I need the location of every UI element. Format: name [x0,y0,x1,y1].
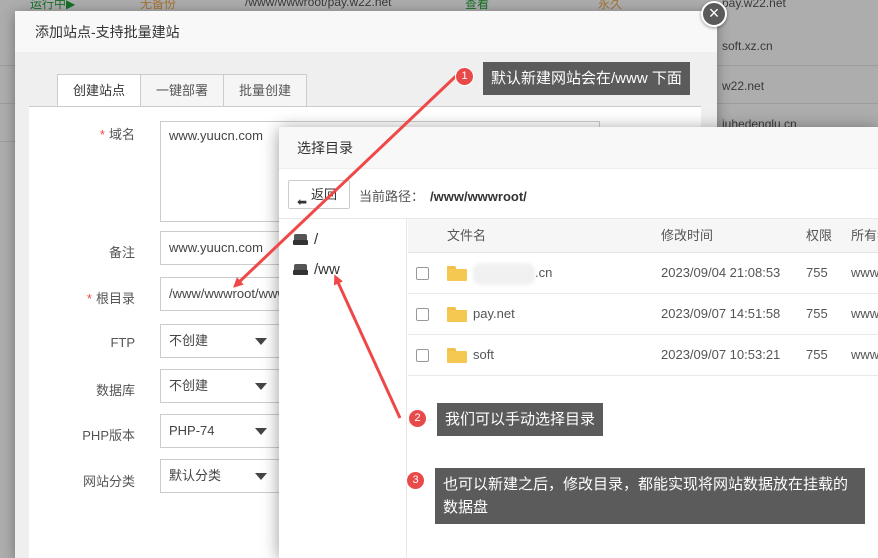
table-row[interactable]: .cn 2023/09/04 21:08:53 755 www [408,253,878,294]
redacted-text [473,262,535,285]
database-select[interactable]: 不创建 [160,369,280,403]
tree-item-www[interactable]: /ww [293,261,340,278]
chevron-down-icon [255,338,267,345]
tree-item-label: /ww [314,261,340,278]
tab-batch-create[interactable]: 批量创建 [223,74,308,107]
table-row[interactable]: soft 2023/09/07 10:53:21 755 www [408,335,878,376]
directory-toolbar: ⬅ 返回 当前路径： /www/wwwroot/ [279,169,878,219]
back-button[interactable]: ⬅ 返回 [288,180,350,209]
database-select-value: 不创建 [169,378,209,393]
file-permission: 755 [806,347,828,362]
tree-item-label: / [314,231,319,248]
callout-2: 我们可以手动选择目录 [437,403,604,436]
current-path-value: /www/wwwroot/ [430,189,527,204]
column-permission[interactable]: 权限 [806,219,832,252]
disk-icon [293,234,308,245]
column-mtime[interactable]: 修改时间 [661,219,713,252]
php-version-label: PHP版本 [82,428,135,443]
tab-bar: 创建站点 一键部署 批量创建 [57,74,308,107]
tree-item-root[interactable]: / [293,231,318,248]
column-owner[interactable]: 所有者 [851,219,878,252]
back-arrow-icon: ⬅ [297,195,308,209]
folder-icon [447,266,467,281]
file-name[interactable]: soft [473,335,494,375]
chevron-down-icon [255,473,267,480]
disk-icon [293,264,308,275]
root-dir-label: * 根目录 [86,291,135,306]
file-table: 文件名 修改时间 权限 所有者 .cn 2023/09/04 21:08:53 … [408,219,878,376]
file-mtime: 2023/09/07 10:53:21 [661,347,781,362]
file-name[interactable]: pay.net [473,294,515,334]
folder-icon [447,307,467,322]
domain-label: * 域名 [99,127,135,142]
callout-number-3: 3 [406,471,425,490]
remark-label: 备注 [108,245,135,260]
site-category-value: 默认分类 [169,468,222,483]
site-category-select[interactable]: 默认分类 [160,459,280,493]
close-icon[interactable]: × [701,1,727,27]
dialog-title: 选择目录 [279,127,878,169]
callout-1: 默认新建网站会在/www 下面 [483,62,690,95]
file-owner: www [851,265,878,280]
folder-icon [447,348,467,363]
php-version-value: PHP-74 [169,423,215,438]
file-mtime: 2023/09/04 21:08:53 [661,265,781,280]
callout-3: 也可以新建之后，修改目录，都能实现将网站数据放在挂载的数据盘 [435,468,865,524]
column-name[interactable]: 文件名 [447,219,486,252]
ftp-label: FTP [110,335,135,350]
row-checkbox[interactable] [416,349,429,362]
chevron-down-icon [255,428,267,435]
directory-tree: / /ww [279,219,407,558]
callout-number-2: 2 [408,409,427,428]
file-permission: 755 [806,265,828,280]
table-header: 文件名 修改时间 权限 所有者 [408,219,878,253]
file-mtime: 2023/09/07 14:51:58 [661,306,781,321]
tab-one-click-deploy[interactable]: 一键部署 [140,74,224,107]
table-row[interactable]: pay.net 2023/09/07 14:51:58 755 www [408,294,878,335]
back-button-label: 返回 [311,187,338,202]
current-path-label: 当前路径： [359,189,425,204]
current-path: 当前路径： /www/wwwroot/ [359,186,527,205]
chevron-down-icon [255,383,267,390]
file-permission: 755 [806,306,828,321]
row-checkbox[interactable] [416,267,429,280]
database-label: 数据库 [95,383,135,398]
file-owner: www [851,306,878,321]
ftp-select[interactable]: 不创建 [160,324,280,358]
php-version-select[interactable]: PHP-74 [160,414,280,448]
row-checkbox[interactable] [416,308,429,321]
callout-number-1: 1 [455,67,474,86]
ftp-select-value: 不创建 [169,333,209,348]
tab-create-site[interactable]: 创建站点 [57,74,141,107]
file-owner: www [851,347,878,362]
dialog-title: 添加站点-支持批量建站 [15,11,717,53]
site-category-label: 网站分类 [82,474,135,489]
file-name[interactable]: .cn [473,253,552,293]
